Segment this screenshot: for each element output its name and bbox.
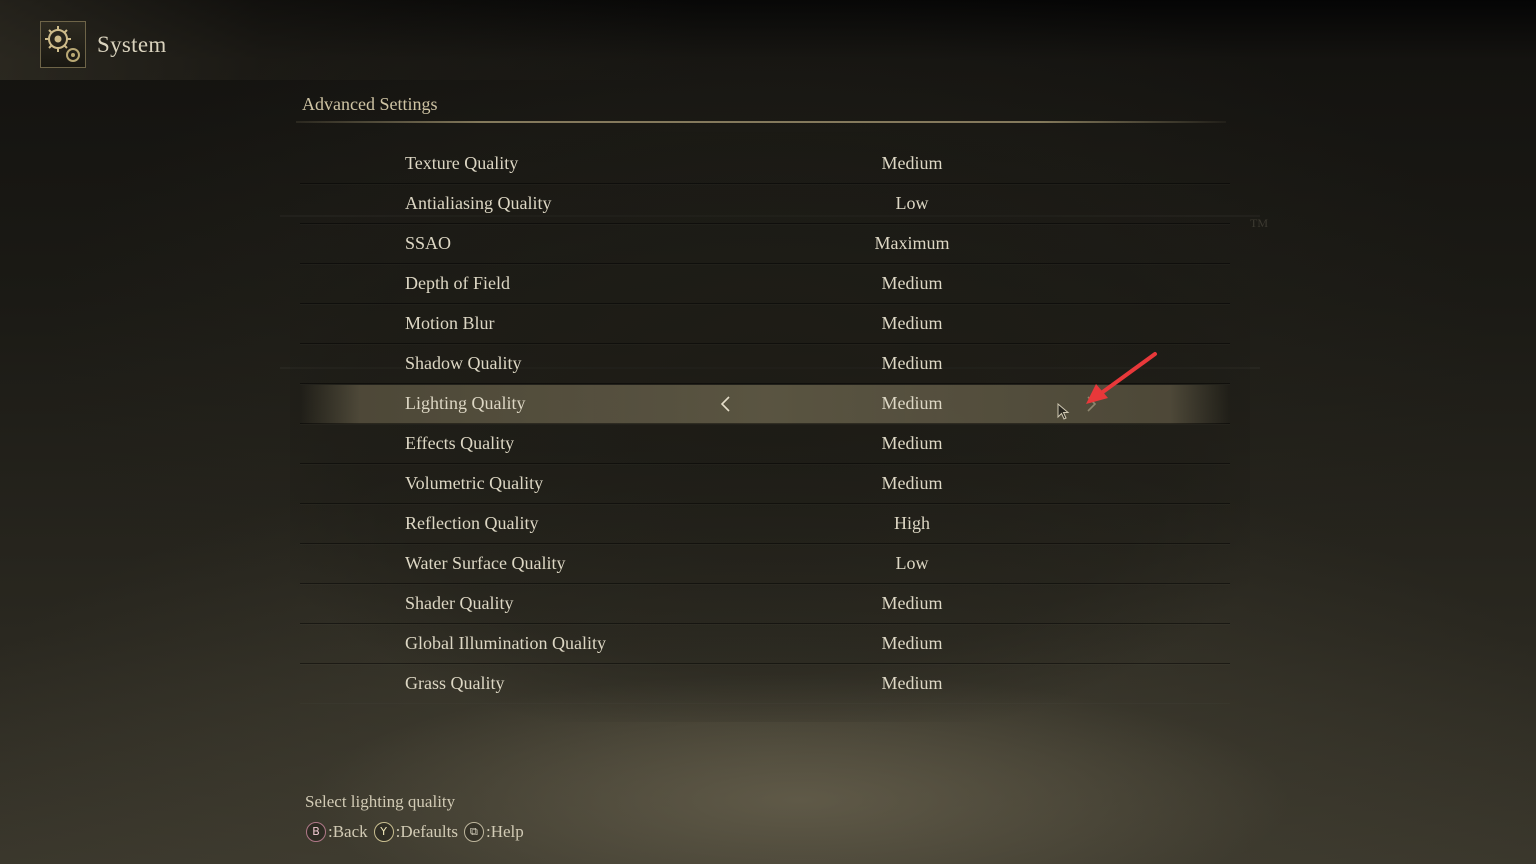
- top-header-bar: System: [0, 0, 1536, 80]
- defaults-label: :Defaults: [395, 822, 458, 841]
- setting-row-depth-of-field[interactable]: Depth of Field Medium: [300, 265, 1230, 304]
- setting-label: Antialiasing Quality: [405, 193, 552, 213]
- setting-label: Shadow Quality: [405, 353, 522, 373]
- setting-row-reflection-quality[interactable]: Reflection Quality High: [300, 505, 1230, 544]
- trademark-mark: TM: [1250, 216, 1268, 230]
- setting-row-effects-quality[interactable]: Effects Quality Medium: [300, 425, 1230, 464]
- setting-value: Medium: [881, 473, 943, 493]
- help-control[interactable]: ⧉ :Help: [463, 822, 524, 842]
- setting-value: Medium: [881, 633, 943, 653]
- gear-icon: [40, 21, 86, 68]
- setting-row-grass-quality[interactable]: Grass Quality Medium: [300, 665, 1230, 703]
- setting-value: High: [894, 513, 930, 533]
- defaults-control[interactable]: Y :Defaults: [373, 822, 458, 842]
- setting-label: Grass Quality: [405, 673, 505, 693]
- system-settings-screen: System TM Advanced Settings Texture Qual…: [0, 0, 1536, 864]
- setting-row-motion-blur[interactable]: Motion Blur Medium: [300, 305, 1230, 344]
- setting-value: Medium: [881, 353, 943, 373]
- section-title: Advanced Settings: [302, 94, 438, 114]
- y-button-icon: Y: [373, 822, 394, 842]
- red-annotation-arrow-icon: [1080, 350, 1160, 410]
- setting-label: Lighting Quality: [405, 393, 526, 413]
- back-control[interactable]: B :Back: [306, 822, 368, 842]
- setting-value: Low: [895, 553, 929, 573]
- setting-label: Water Surface Quality: [405, 553, 566, 573]
- setting-row-volumetric-quality[interactable]: Volumetric Quality Medium: [300, 465, 1230, 504]
- setting-label: Global Illumination Quality: [405, 633, 606, 653]
- setting-label: Texture Quality: [405, 153, 519, 173]
- setting-row-ssao[interactable]: SSAO Maximum: [300, 225, 1230, 264]
- setting-label: Motion Blur: [405, 313, 495, 333]
- help-label: :Help: [485, 822, 524, 841]
- view-button-icon: ⧉: [463, 822, 484, 842]
- control-hints: B :Back Y :Defaults ⧉ :Help: [306, 820, 530, 844]
- setting-label: Depth of Field: [405, 273, 510, 293]
- setting-value: Medium: [881, 273, 943, 293]
- setting-value: Medium: [881, 153, 943, 173]
- setting-value: Low: [895, 193, 929, 213]
- help-description: Select lighting quality: [305, 792, 456, 811]
- setting-label: Shader Quality: [405, 593, 514, 613]
- setting-row-water-surface-quality[interactable]: Water Surface Quality Low: [300, 545, 1230, 584]
- setting-value: Medium: [881, 433, 943, 453]
- mouse-cursor-icon: [1057, 402, 1071, 421]
- setting-row-texture-quality[interactable]: Texture Quality Medium: [300, 145, 1230, 184]
- setting-row-antialiasing-quality[interactable]: Antialiasing Quality Low: [300, 185, 1230, 224]
- setting-label: SSAO: [405, 233, 452, 253]
- setting-label: Effects Quality: [405, 433, 515, 453]
- setting-label: Volumetric Quality: [405, 473, 544, 493]
- setting-value: Medium: [881, 313, 943, 333]
- setting-value: Medium: [881, 593, 943, 613]
- setting-label: Reflection Quality: [405, 513, 539, 533]
- chevron-left-icon[interactable]: [717, 394, 735, 414]
- page-title: System: [97, 32, 167, 57]
- back-label: :Back: [328, 822, 368, 841]
- setting-row-shader-quality[interactable]: Shader Quality Medium: [300, 585, 1230, 624]
- setting-value: Medium: [881, 673, 943, 693]
- setting-value: Maximum: [874, 233, 950, 253]
- b-button-icon: B: [306, 822, 326, 842]
- section-divider: [296, 121, 1226, 123]
- setting-value: Medium: [881, 393, 943, 413]
- setting-row-global-illumination-quality[interactable]: Global Illumination Quality Medium: [300, 625, 1230, 664]
